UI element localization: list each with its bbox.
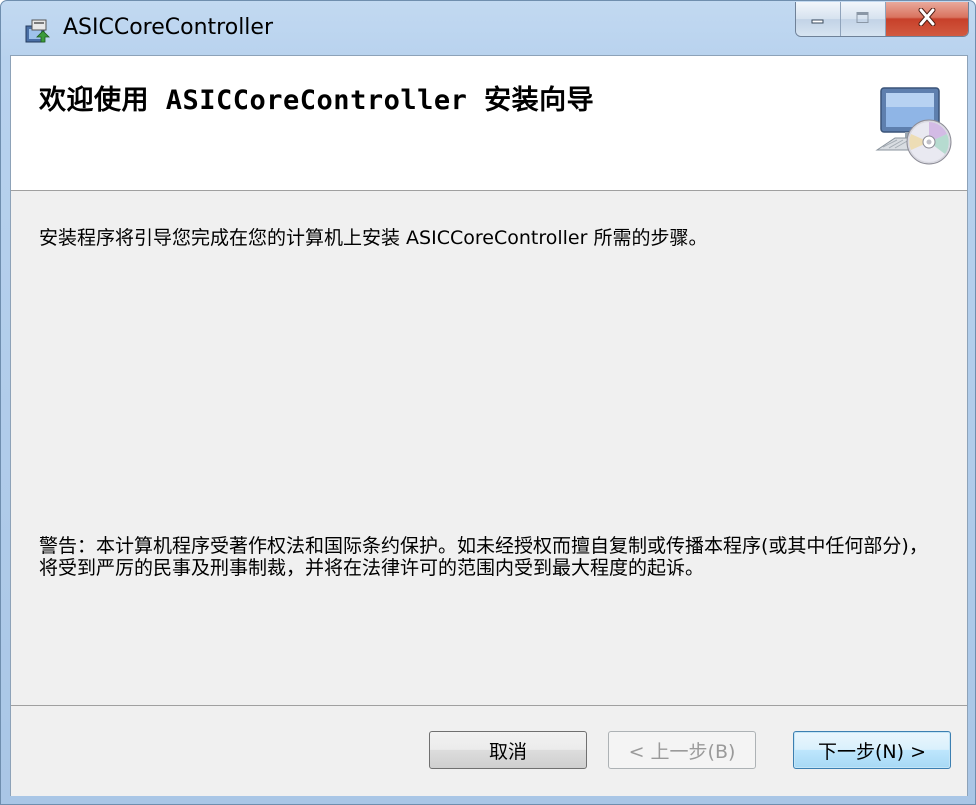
page-title: 欢迎使用 ASICCoreController 安装向导 (39, 85, 595, 116)
window-title: ASICCoreController (63, 15, 273, 40)
cancel-button[interactable]: 取消 (429, 731, 587, 769)
minimize-button[interactable] (796, 2, 840, 36)
installer-package-icon (23, 17, 51, 45)
header-banner: 欢迎使用 ASICCoreController 安装向导 (11, 56, 967, 191)
minimize-icon (810, 10, 826, 29)
maximize-icon (855, 10, 871, 29)
close-button[interactable] (885, 2, 968, 36)
button-bar: 取消 < 上一步(B) 下一步(N) > (11, 705, 967, 796)
title-bar[interactable]: ASICCoreController (1, 1, 975, 55)
intro-text: 安装程序将引导您完成在您的计算机上安装 ASICCoreController 所… (39, 227, 708, 249)
close-icon (917, 7, 937, 30)
next-button[interactable]: 下一步(N) > (793, 731, 951, 769)
maximize-button[interactable] (840, 2, 885, 36)
computer-disc-icon (871, 84, 955, 168)
dialog-body: 安装程序将引导您完成在您的计算机上安装 ASICCoreController 所… (11, 191, 967, 705)
caption-buttons (795, 2, 969, 37)
back-button[interactable]: < 上一步(B) (608, 731, 756, 769)
copyright-warning-text: 警告：本计算机程序受著作权法和国际条约保护。如未经授权而擅自复制或传播本程序(或… (39, 535, 928, 579)
installer-window: ASICCoreController 欢迎使用 ASICCoreControll… (0, 0, 976, 805)
dialog-client-area: 欢迎使用 ASICCoreController 安装向导 安装程序将引导您完成在… (10, 55, 968, 796)
